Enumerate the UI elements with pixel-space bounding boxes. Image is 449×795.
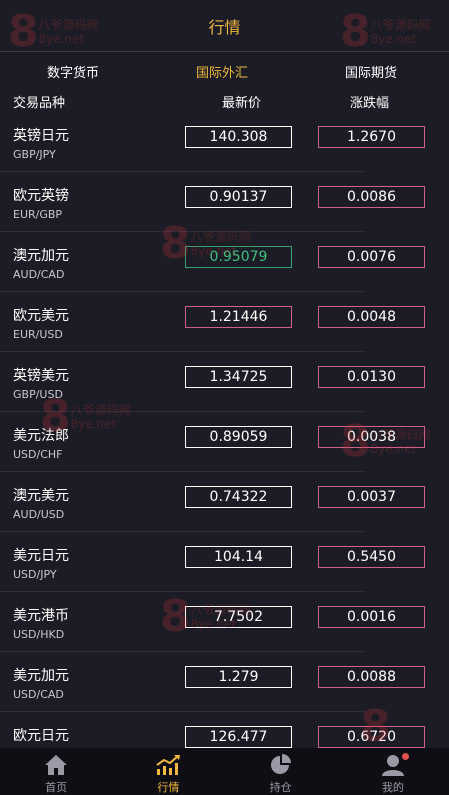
latest-price: 0.74322 xyxy=(185,486,292,508)
price-change: 0.0037 xyxy=(318,486,425,508)
instrument-name: 澳元加元 xyxy=(13,248,69,264)
instrument-code: USD/CHF xyxy=(13,448,63,461)
instrument-name: 美元日元 xyxy=(13,548,69,564)
instrument-code: GBP/JPY xyxy=(13,148,56,161)
price-change: 0.6720 xyxy=(318,726,425,748)
latest-price: 0.90137 xyxy=(185,186,292,208)
latest-price: 104.14 xyxy=(185,546,292,568)
quote-list: 英镑日元 GBP/JPY 140.308 1.2670 欧元英镑 EUR/GBP 0.901… xyxy=(0,112,449,748)
quote-row[interactable]: 澳元加元 AUD/CAD 0.95079 0.0076 xyxy=(0,232,449,292)
price-change: 0.5450 xyxy=(318,546,425,568)
notification-dot xyxy=(401,753,409,760)
quote-row[interactable]: 美元加元 USD/CAD 1.279 0.0088 xyxy=(0,652,449,712)
nav-positions[interactable]: 持仓 xyxy=(225,748,337,795)
app-header: 行情 xyxy=(0,0,449,52)
pie-icon xyxy=(268,752,294,778)
home-icon xyxy=(43,752,69,778)
column-header: 交易品种 最新价 涨跌幅 xyxy=(0,88,449,114)
quote-row[interactable]: 美元港币 USD/HKD 7.7502 0.0016 xyxy=(0,592,449,652)
price-change: 0.0038 xyxy=(318,426,425,448)
tab-digital-currency[interactable]: 数字货币 xyxy=(47,62,99,81)
instrument-name: 欧元英镑 xyxy=(13,188,69,204)
latest-price: 1.21446 xyxy=(185,306,292,328)
instrument-name: 欧元美元 xyxy=(13,308,69,324)
column-change-header: 涨跌幅 xyxy=(350,96,390,111)
page-title: 行情 xyxy=(208,17,241,37)
tab-forex[interactable]: 国际外汇 xyxy=(196,62,248,81)
instrument-code: AUD/CAD xyxy=(13,268,65,281)
nav-market[interactable]: 行情 xyxy=(112,748,224,795)
price-change: 0.0088 xyxy=(318,666,425,688)
instrument-code: AUD/USD xyxy=(13,508,65,521)
nav-positions-label: 持仓 xyxy=(269,781,292,794)
latest-price: 0.89059 xyxy=(185,426,292,448)
instrument-name: 美元加元 xyxy=(13,668,69,684)
instrument-name: 美元港币 xyxy=(13,608,69,624)
instrument-code: USD/CAD xyxy=(13,688,64,701)
quote-row[interactable]: 英镑日元 GBP/JPY 140.308 1.2670 xyxy=(0,112,449,172)
column-price-header: 最新价 xyxy=(222,96,262,111)
market-tabs: 数字货币 国际外汇 国际期货 xyxy=(0,52,449,88)
instrument-name: 美元法郎 xyxy=(13,428,69,444)
instrument-name: 英镑日元 xyxy=(13,128,69,144)
quote-row[interactable]: 欧元日元EUR/JPY126.4770.6720 xyxy=(0,712,449,748)
latest-price: 7.7502 xyxy=(185,606,292,628)
quote-row[interactable]: 英镑美元 GBP/USD 1.34725 0.0130 xyxy=(0,352,449,412)
instrument-name: 欧元日元 xyxy=(13,728,69,744)
quote-row[interactable]: 美元法郎 USD/CHF 0.89059 0.0038 xyxy=(0,412,449,472)
price-change: 0.0130 xyxy=(318,366,425,388)
instrument-name: 澳元美元 xyxy=(13,488,69,504)
latest-price: 0.95079 xyxy=(185,246,292,268)
instrument-code: EUR/USD xyxy=(13,328,63,341)
nav-profile-label: 我的 xyxy=(381,781,404,794)
chart-icon xyxy=(155,752,181,778)
latest-price: 1.279 xyxy=(185,666,292,688)
nav-profile[interactable]: 我的 xyxy=(337,748,449,795)
instrument-code: EUR/GBP xyxy=(13,208,63,221)
quote-row[interactable]: 美元日元 USD/JPY 104.14 0.5450 xyxy=(0,532,449,592)
instrument-name: 英镑美元 xyxy=(13,368,69,384)
quote-row[interactable]: 澳元美元 AUD/USD 0.74322 0.0037 xyxy=(0,472,449,532)
quote-row[interactable]: 欧元美元 EUR/USD 1.21446 0.0048 xyxy=(0,292,449,352)
column-name-header: 交易品种 xyxy=(13,96,66,111)
latest-price: 126.477 xyxy=(185,726,292,748)
bottom-nav: 首页 行情 持仓 我的 xyxy=(0,748,449,795)
nav-market-label: 行情 xyxy=(157,781,180,794)
nav-home-label: 首页 xyxy=(45,781,68,794)
latest-price: 1.34725 xyxy=(185,366,292,388)
price-change: 0.0016 xyxy=(318,606,425,628)
price-change: 0.0076 xyxy=(318,246,425,268)
instrument-code: GBP/USD xyxy=(13,388,63,401)
instrument-code: USD/HKD xyxy=(13,628,65,641)
price-change: 1.2670 xyxy=(318,126,425,148)
price-change: 0.0048 xyxy=(318,306,425,328)
price-change: 0.0086 xyxy=(318,186,425,208)
latest-price: 140.308 xyxy=(185,126,292,148)
tab-futures[interactable]: 国际期货 xyxy=(345,62,397,81)
instrument-code: USD/JPY xyxy=(13,568,57,581)
nav-home[interactable]: 首页 xyxy=(0,748,112,795)
quote-row[interactable]: 欧元英镑 EUR/GBP 0.90137 0.0086 xyxy=(0,172,449,232)
